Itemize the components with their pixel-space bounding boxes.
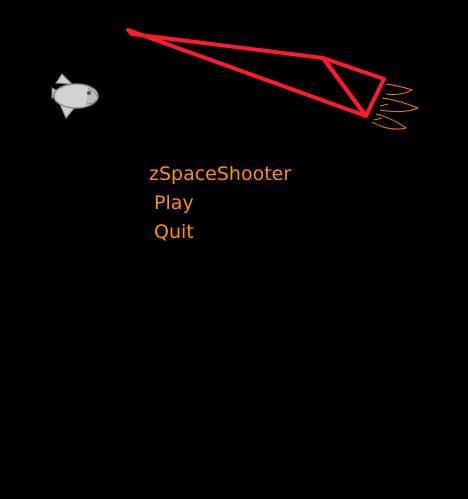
game-screen: zSpaceShooter Play Quit bbox=[0, 0, 468, 499]
game-title: zSpaceShooter bbox=[149, 163, 292, 185]
player-ship-icon bbox=[126, 28, 386, 118]
sprite-layer bbox=[51, 28, 420, 130]
play-menu-option[interactable]: Play bbox=[154, 192, 194, 214]
quit-menu-option[interactable]: Quit bbox=[154, 221, 194, 243]
enemy-ship-icon bbox=[51, 73, 99, 119]
